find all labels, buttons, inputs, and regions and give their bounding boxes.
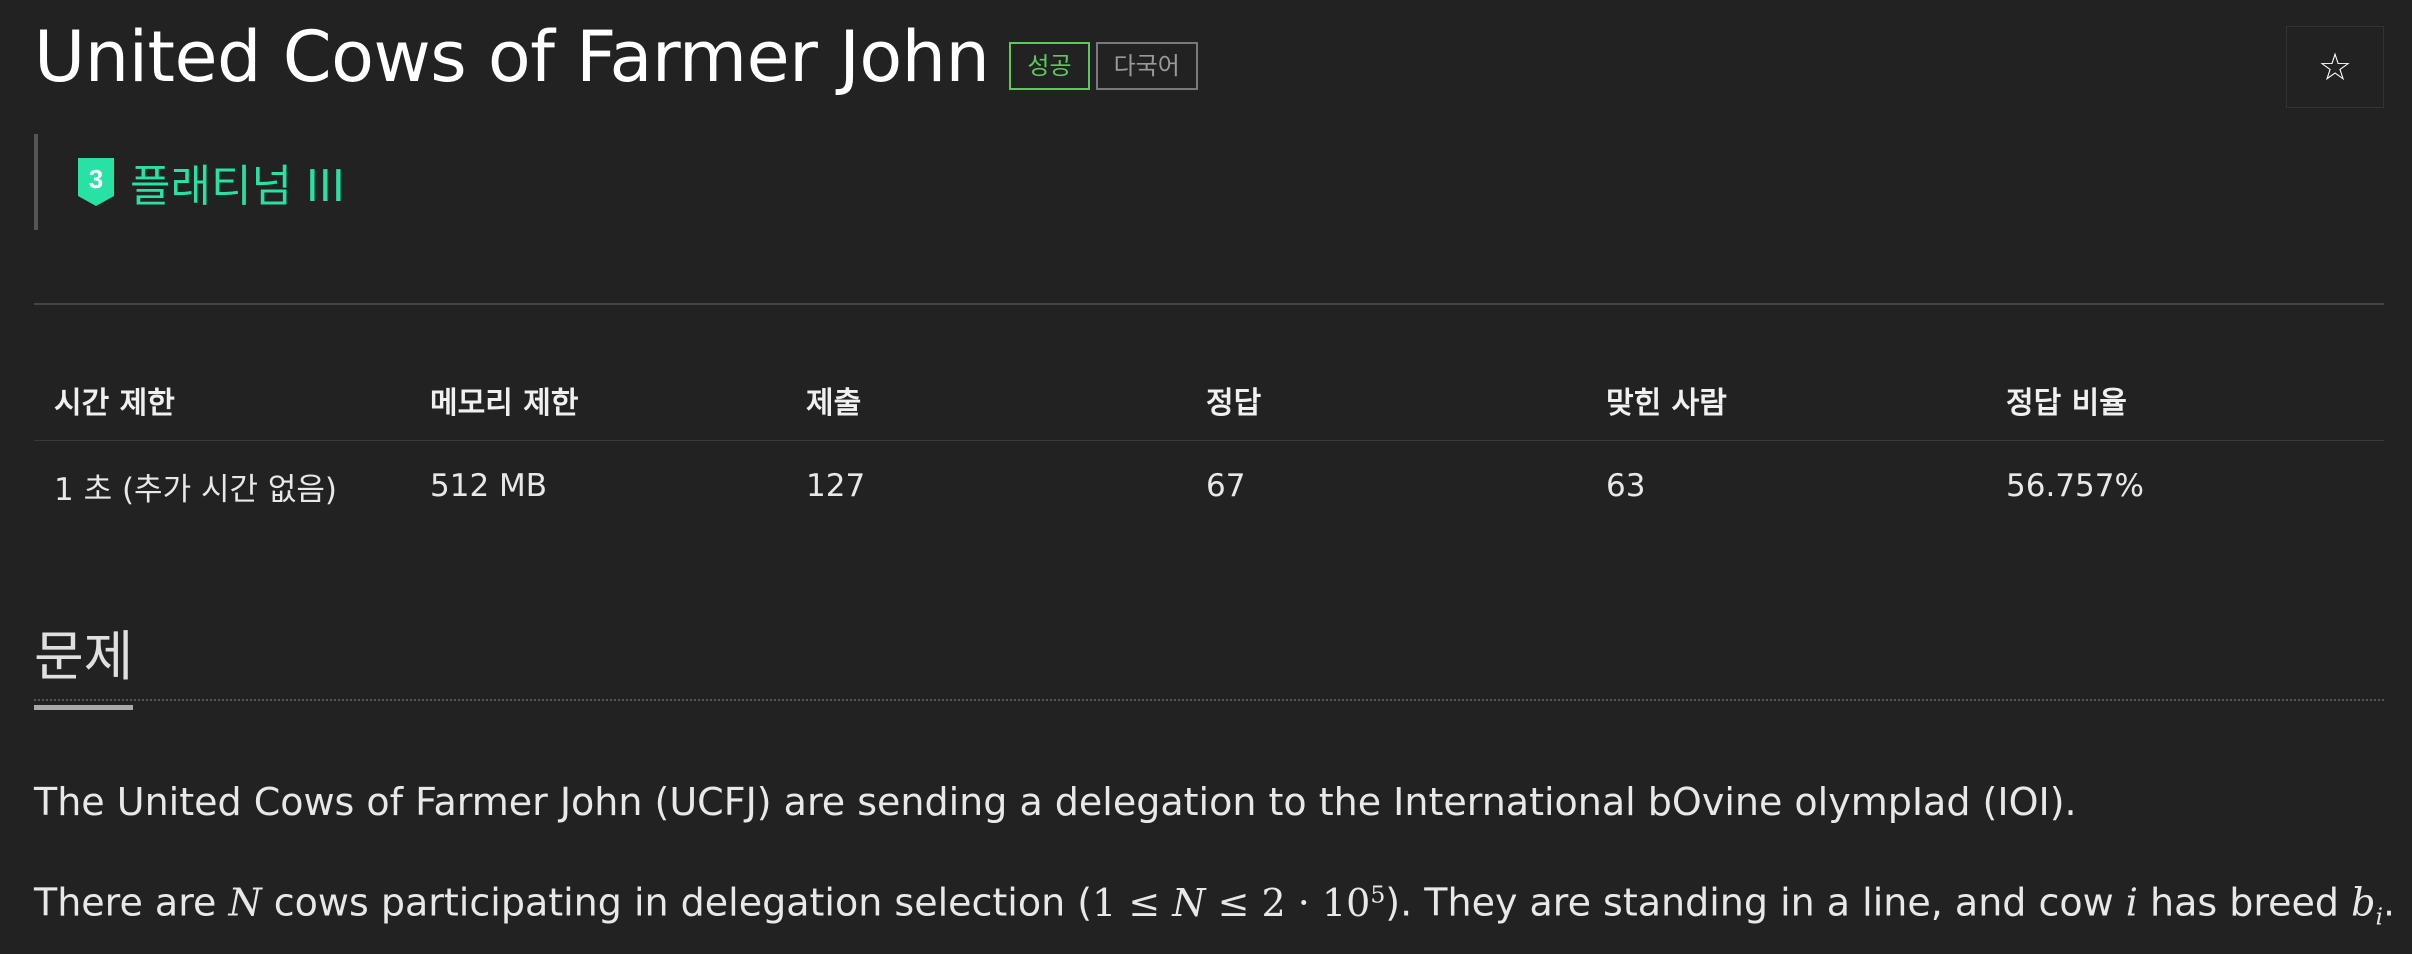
stats-header-accepted: 정답 bbox=[1206, 386, 1262, 421]
stats-header-ratio: 정답 비율 bbox=[2006, 386, 2127, 421]
title-row: United Cows of Farmer John 성공 다국어 bbox=[34, 22, 1198, 92]
p2-text-mid: cows participating in delegation selecti… bbox=[261, 880, 1093, 925]
problem-page: United Cows of Farmer John 성공 다국어 ☆ 3 플래… bbox=[0, 0, 2412, 954]
stats-header-row: 시간 제한 메모리 제한 제출 정답 맞힌 사람 정답 비율 bbox=[34, 360, 2384, 441]
p2-text-breed: has breed bbox=[2137, 880, 2352, 925]
constraint-var-n: N bbox=[1172, 880, 1206, 925]
p2-text-pre: There are bbox=[34, 880, 229, 925]
stats-value-memory: 512 MB bbox=[430, 468, 548, 504]
tier-block: 3 플래티넘 III bbox=[34, 134, 345, 230]
section-divider bbox=[34, 699, 2384, 701]
stats-value-time: 1 초 (추가 시간 없음) bbox=[54, 471, 337, 508]
stats-header-memory: 메모리 제한 bbox=[430, 386, 579, 421]
favorite-button[interactable]: ☆ bbox=[2286, 26, 2384, 108]
math-var-n: N bbox=[228, 880, 262, 925]
tier-level: 3 bbox=[89, 164, 103, 194]
stats-header-solvers: 맞힌 사람 bbox=[1606, 386, 1727, 421]
statement-paragraph-1: The United Cows of Farmer John (UCFJ) ar… bbox=[34, 780, 2077, 824]
star-icon: ☆ bbox=[2317, 45, 2353, 89]
statement-paragraph-2: There are N cows participating in delega… bbox=[34, 880, 2395, 931]
stats-header-submissions: 제출 bbox=[806, 386, 862, 421]
problem-title: United Cows of Farmer John bbox=[34, 16, 990, 98]
math-var-b: b bbox=[2351, 880, 2376, 925]
stats-value-solvers[interactable]: 63 bbox=[1606, 468, 2006, 504]
tier-label[interactable]: 플래티넘 III bbox=[130, 150, 345, 214]
header-divider bbox=[34, 303, 2384, 305]
constraint-lhs: 1 ≤ bbox=[1092, 880, 1173, 925]
math-var-i: i bbox=[2125, 880, 2138, 925]
p2-text-end: . bbox=[2383, 880, 2396, 925]
constraint-rhs: ≤ 2 · 10 bbox=[1205, 880, 1371, 925]
stats-value-row: 1 초 (추가 시간 없음) 512 MB 127 67 63 56.757% bbox=[34, 441, 2384, 531]
p2-text-after: ). They are standing in a line, and cow bbox=[1385, 880, 2126, 925]
tier-badge-icon: 3 bbox=[78, 158, 114, 206]
section-title: 문제 bbox=[34, 612, 134, 710]
badge-group: 성공 다국어 bbox=[1009, 42, 1198, 90]
stats-value-accepted[interactable]: 67 bbox=[1206, 468, 1606, 504]
constraint-exponent: 5 bbox=[1370, 880, 1386, 908]
stats-table: 시간 제한 메모리 제한 제출 정답 맞힌 사람 정답 비율 1 초 (추가 시… bbox=[34, 360, 2384, 531]
success-badge[interactable]: 성공 bbox=[1009, 42, 1090, 90]
multilang-badge[interactable]: 다국어 bbox=[1095, 42, 1198, 90]
problem-section: 문제 bbox=[34, 612, 2384, 710]
stats-header-time: 시간 제한 bbox=[54, 386, 175, 421]
stats-value-submissions[interactable]: 127 bbox=[806, 468, 1206, 504]
stats-value-ratio: 56.757% bbox=[2006, 468, 2144, 504]
math-constraint: 1 ≤ N ≤ 2 · 105 bbox=[1092, 880, 1386, 925]
math-var-b-sub: i bbox=[2375, 902, 2383, 931]
